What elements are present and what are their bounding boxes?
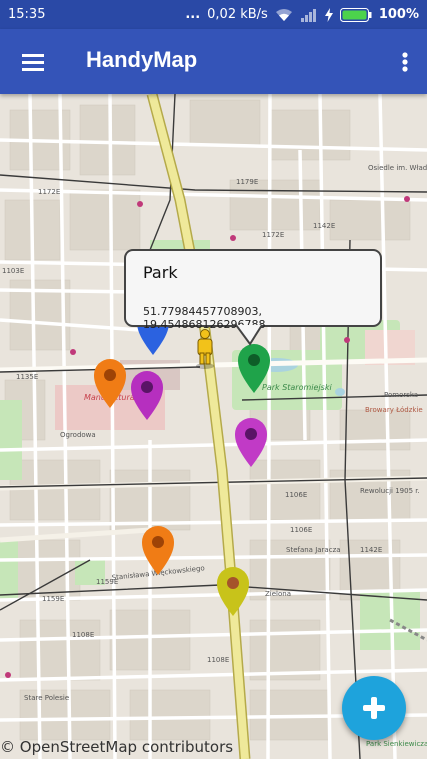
status-time: 15:35 <box>8 7 46 22</box>
status-data-rate: 0,02 kB/s <box>207 7 268 22</box>
map-label-pomorska: Pomorska <box>384 391 418 399</box>
map-label-jaracza: Stefana Jaracza <box>286 546 341 554</box>
map-label-1106e-a: 1106E <box>285 491 307 499</box>
map-label-1135e: 1135E <box>16 373 38 381</box>
battery-icon <box>339 7 372 22</box>
map-label-1106e-b: 1106E <box>290 526 312 534</box>
map-label-1172e-b: 1172E <box>262 231 284 239</box>
app-bar: HandyMap <box>0 29 427 94</box>
app-title: HandyMap <box>86 47 198 72</box>
map-label-1142e-b: 1142E <box>360 546 382 554</box>
marker-info-callout[interactable]: Park 51.77984457708903, 19.4548681262967… <box>124 249 382 331</box>
map-label-1172e-a: 1172E <box>38 188 60 196</box>
callout-tail <box>236 324 263 346</box>
hamburger-menu-icon <box>22 54 44 71</box>
map-label-park: Park Staromiejski <box>262 383 332 392</box>
map-label-browary: Browary Łódzkie <box>365 406 423 414</box>
menu-button[interactable] <box>14 45 50 79</box>
status-bar: 15:35 ... 0,02 kB/s 100% <box>0 0 427 29</box>
charging-bolt-icon <box>324 7 333 22</box>
map-label-park-sienkiewicza: Park Sienkiewicza <box>366 740 427 748</box>
overflow-vertical-dots-icon <box>402 52 408 72</box>
map-label-osiedle: Osiedle im. Władysławy Bytomskiej <box>368 164 427 172</box>
map-tiles[interactable]: 1172E 1179E 1142E 1172E 1103E 1135E 1106… <box>0 94 427 759</box>
map-label-1179e: 1179E <box>236 178 258 186</box>
battery-percent: 100% <box>378 7 419 22</box>
status-dots: ... <box>185 7 201 22</box>
callout-place-name: Park <box>143 263 178 282</box>
add-marker-button[interactable] <box>342 676 406 740</box>
signal-icon <box>300 8 316 22</box>
wifi-icon <box>275 8 292 21</box>
map-label-ogrodowa: Ogrodowa <box>60 431 96 439</box>
map-label-1108e-b: 1108E <box>207 656 229 664</box>
map-label-stare-polesie: Stare Polesie <box>24 694 69 702</box>
map-label-1103e: 1103E <box>2 267 24 275</box>
map-label-1142e-a: 1142E <box>313 222 335 230</box>
map-label-1108e: 1108E <box>72 631 94 639</box>
map-view[interactable]: 1172E 1179E 1142E 1172E 1103E 1135E 1106… <box>0 94 427 759</box>
map-attribution: © OpenStreetMap contributors <box>0 738 234 756</box>
map-label-zielona: Zielona <box>265 590 291 598</box>
map-label-1159e-b: 1159E <box>42 595 64 603</box>
more-options-button[interactable] <box>393 45 417 79</box>
map-label-rewolucji: Rewolucji 1905 r. <box>360 487 420 495</box>
